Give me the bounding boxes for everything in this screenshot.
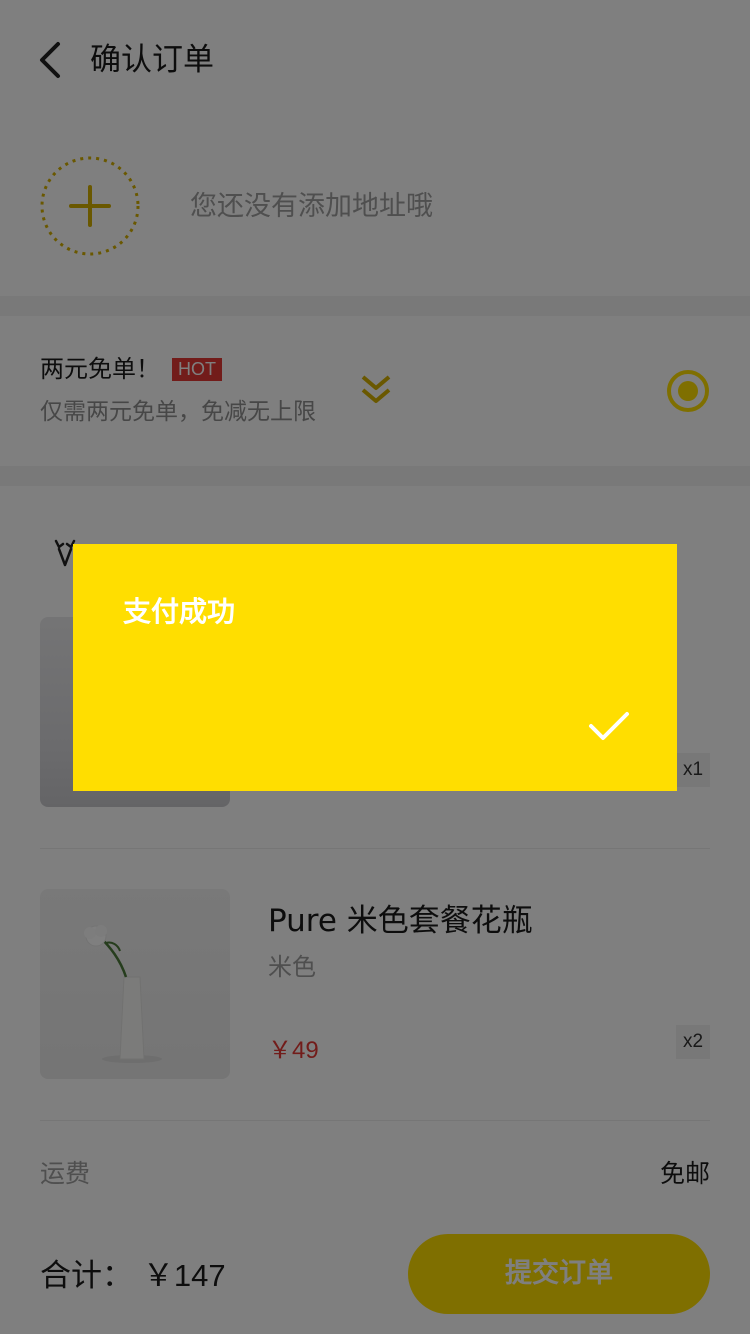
checkmark-icon xyxy=(589,712,629,740)
payment-success-dialog[interactable]: 支付成功 xyxy=(73,544,677,791)
toast-title: 支付成功 xyxy=(123,595,236,628)
